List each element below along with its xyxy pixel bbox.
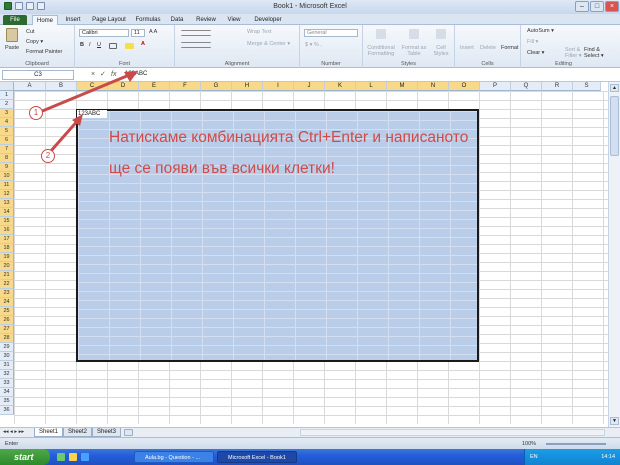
system-tray: EN 14:14 xyxy=(524,449,620,465)
sheet-nav-icon[interactable]: ◂◂ ◂ ▸ ▸▸ xyxy=(3,429,24,435)
sheet-tab-2[interactable]: Sheet2 xyxy=(63,428,93,437)
arrow-1 xyxy=(39,71,135,114)
start-button[interactable]: start xyxy=(0,449,50,465)
zoom-level[interactable]: 100% xyxy=(522,441,536,447)
horizontal-scrollbar[interactable] xyxy=(300,429,605,436)
taskbar: start Aula.bg - Question - ... Microsoft… xyxy=(0,449,620,465)
callout-1: 1 xyxy=(29,106,43,120)
insert-sheet-icon[interactable] xyxy=(124,429,133,436)
clock: 14:14 xyxy=(601,454,615,460)
sheet-tab-3[interactable]: Sheet3 xyxy=(92,428,122,437)
scroll-up-button[interactable]: ▲ xyxy=(610,84,619,92)
scroll-down-button[interactable]: ▼ xyxy=(610,417,619,425)
sheet-tab-1[interactable]: Sheet1 xyxy=(34,428,64,437)
quicklaunch-icon[interactable] xyxy=(57,453,65,461)
arrow-2 xyxy=(48,117,82,153)
quicklaunch-icon[interactable] xyxy=(69,453,77,461)
vertical-scrollbar[interactable]: ▲ ▼ xyxy=(608,82,620,427)
language-indicator[interactable]: EN xyxy=(530,449,538,465)
quicklaunch-icon[interactable] xyxy=(81,453,89,461)
taskbar-item-browser[interactable]: Aula.bg - Question - ... xyxy=(134,451,214,463)
status-mode: Enter xyxy=(5,441,19,447)
zoom-slider[interactable] xyxy=(546,443,606,445)
annotation-arrows xyxy=(39,71,138,153)
scroll-thumb[interactable] xyxy=(610,96,619,156)
sheet-tabs-bar: ◂◂ ◂ ▸ ▸▸ Sheet1 Sheet2 Sheet3 xyxy=(0,427,620,437)
callout-2: 2 xyxy=(41,149,55,163)
taskbar-item-excel[interactable]: Microsoft Excel - Book1 xyxy=(217,451,297,463)
status-bar: Enter 100% xyxy=(0,437,620,449)
